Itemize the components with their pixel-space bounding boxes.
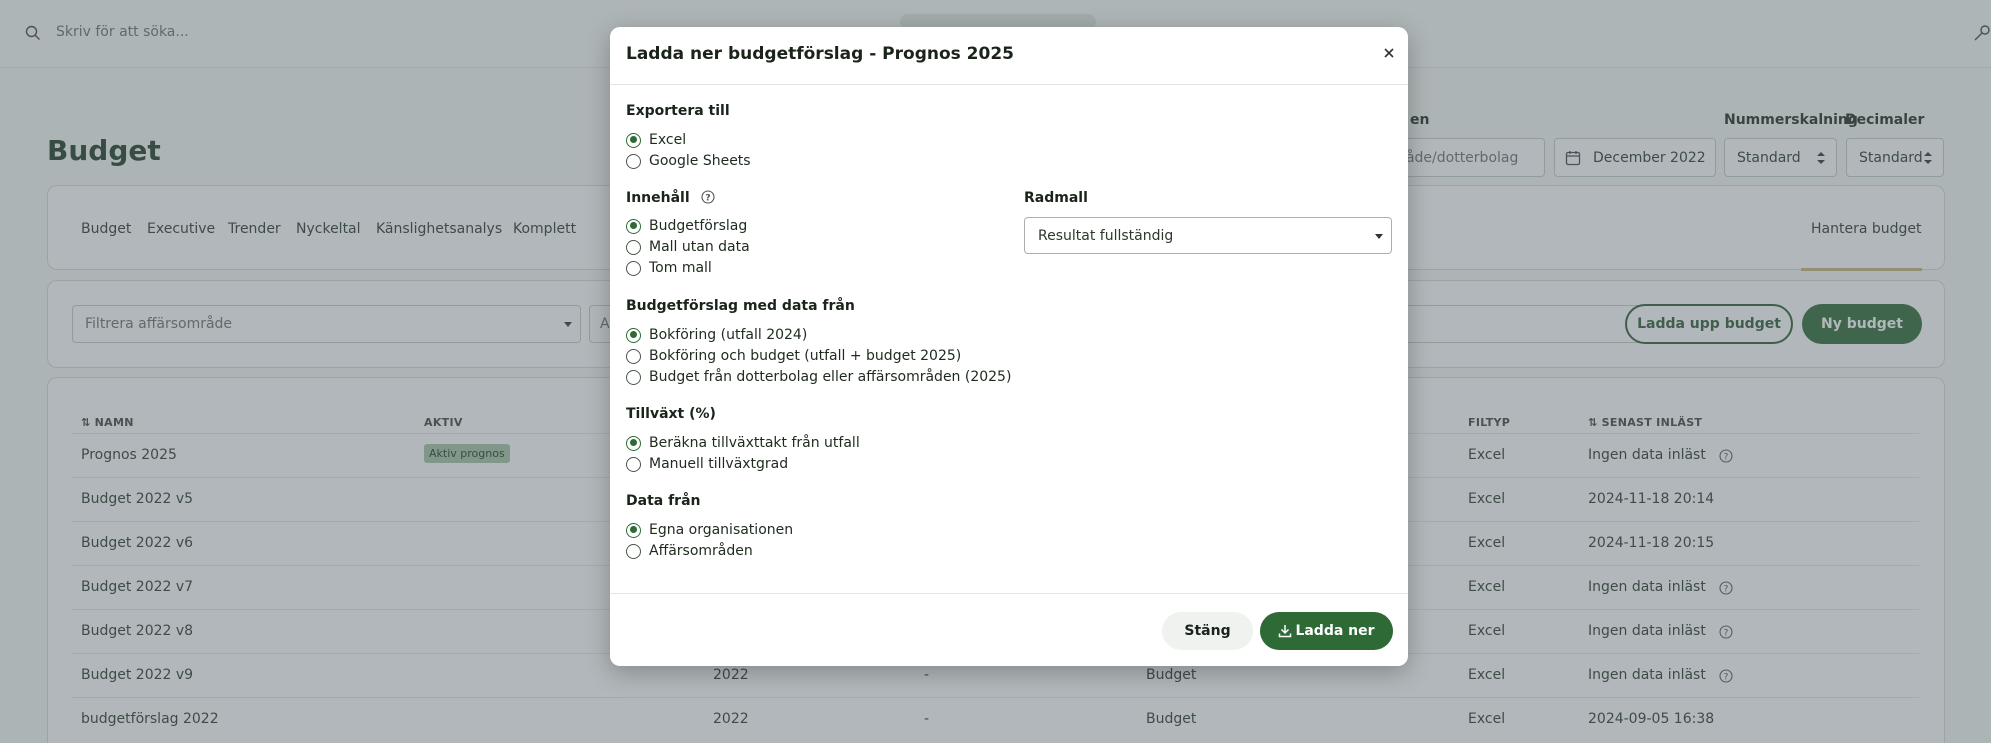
radmall-select-value: Resultat fullständig	[1038, 227, 1174, 244]
radio-source-dotterbolag[interactable]: Budget från dotterbolag eller affärsområ…	[626, 368, 1011, 386]
download-button[interactable]: Ladda ner	[1260, 612, 1393, 650]
content-label-text: Innehåll	[626, 190, 690, 206]
divider	[610, 593, 1408, 594]
radio-dot	[626, 369, 641, 385]
radio-dot	[626, 456, 641, 472]
radio-label: Egna organisationen	[649, 522, 794, 538]
radio-dot	[626, 132, 641, 148]
radio-label: Mall utan data	[649, 239, 750, 255]
svg-text:?: ?	[705, 194, 710, 204]
radio-source-bokforing-budget[interactable]: Bokföring och budget (utfall + budget 20…	[626, 347, 961, 365]
source-label: Budgetförslag med data från	[626, 298, 855, 314]
help-icon[interactable]: ?	[700, 190, 715, 204]
radio-label: Budgetförslag	[649, 218, 748, 234]
radio-dot	[626, 327, 641, 343]
download-button-label: Ladda ner	[1295, 623, 1375, 639]
radio-label: Bokföring (utfall 2024)	[649, 327, 808, 343]
radio-label: Manuell tillväxtgrad	[649, 456, 789, 472]
radio-label: Affärsområden	[649, 543, 753, 559]
radio-label: Beräkna tillväxttakt från utfall	[649, 435, 860, 451]
close-dialog-button[interactable]: Stäng	[1162, 612, 1253, 650]
radio-content-mall-utan-data[interactable]: Mall utan data	[626, 238, 750, 256]
radio-export-google-sheets[interactable]: Google Sheets	[626, 152, 751, 170]
radio-datafrom-business-areas[interactable]: Affärsområden	[626, 542, 753, 560]
radmall-label: Radmall	[1024, 190, 1088, 206]
radio-source-bokforing[interactable]: Bokföring (utfall 2024)	[626, 326, 807, 344]
export-label: Exportera till	[626, 103, 730, 119]
close-button[interactable]	[1381, 45, 1397, 61]
radio-dot	[626, 348, 641, 364]
growth-label: Tillväxt (%)	[626, 406, 716, 422]
download-dialog: Ladda ner budgetförslag - Prognos 2025 E…	[610, 27, 1408, 666]
radio-datafrom-own-org[interactable]: Egna organisationen	[626, 521, 793, 539]
close-icon	[1384, 48, 1394, 58]
radio-label: Tom mall	[649, 260, 712, 276]
radio-dot	[626, 435, 641, 451]
radio-content-tom-mall[interactable]: Tom mall	[626, 259, 712, 277]
radio-label: Budget från dotterbolag eller affärsområ…	[649, 369, 1012, 385]
radio-label: Excel	[649, 132, 687, 148]
radio-dot	[626, 522, 641, 538]
radio-dot	[626, 543, 641, 559]
radio-export-excel[interactable]: Excel	[626, 131, 686, 149]
caret-down-icon	[1375, 234, 1383, 239]
dialog-title: Ladda ner budgetförslag - Prognos 2025	[626, 44, 1014, 64]
radio-content-budgetforslag[interactable]: Budgetförslag	[626, 217, 747, 235]
radio-growth-calculated[interactable]: Beräkna tillväxttakt från utfall	[626, 434, 860, 452]
radio-growth-manual[interactable]: Manuell tillväxtgrad	[626, 455, 788, 473]
radio-label: Google Sheets	[649, 153, 751, 169]
datafrom-label: Data från	[626, 493, 701, 509]
content-label: Innehåll ?	[626, 190, 715, 206]
radio-dot	[626, 153, 641, 169]
divider	[610, 84, 1408, 85]
radio-label: Bokföring och budget (utfall + budget 20…	[649, 348, 962, 364]
radio-dot	[626, 218, 641, 234]
radio-dot	[626, 239, 641, 255]
download-icon	[1279, 625, 1292, 638]
radio-dot	[626, 260, 641, 276]
radmall-select[interactable]: Resultat fullständig	[1024, 217, 1392, 254]
